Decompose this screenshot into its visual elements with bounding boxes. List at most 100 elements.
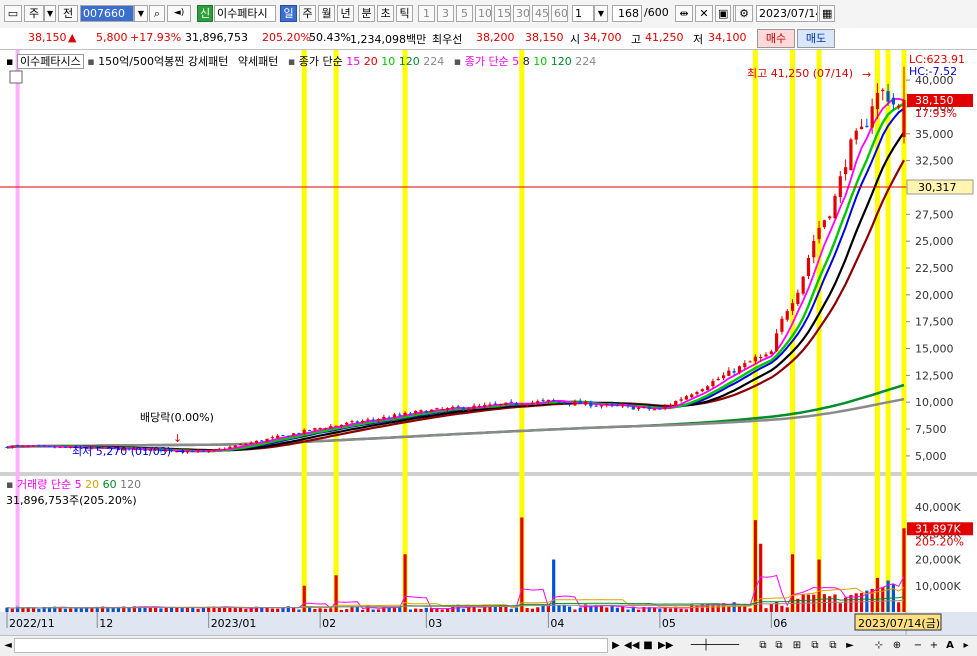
minute-1[interactable]: 1 bbox=[418, 5, 435, 22]
candle-body bbox=[775, 333, 779, 351]
candle-body bbox=[626, 405, 630, 407]
horizontal-scrollbar[interactable] bbox=[14, 638, 608, 653]
candle-body bbox=[737, 366, 742, 373]
minute-5[interactable]: 5 bbox=[456, 5, 473, 22]
period-minute[interactable]: 분 bbox=[358, 5, 375, 22]
candle-body bbox=[546, 399, 550, 402]
candle-body bbox=[313, 428, 317, 430]
price-axis-label: 17,500 bbox=[915, 316, 954, 329]
tool-icon[interactable]: ✕ bbox=[695, 5, 713, 22]
period-second[interactable]: 초 bbox=[377, 5, 394, 22]
count-input[interactable]: 168 bbox=[612, 5, 642, 22]
period-tick[interactable]: 틱 bbox=[396, 5, 413, 22]
stop-icon[interactable]: ■ bbox=[642, 638, 654, 653]
market-select[interactable]: 주 bbox=[24, 5, 44, 22]
candle-body bbox=[223, 448, 227, 450]
stock-code-input[interactable]: 007660 bbox=[80, 5, 134, 22]
candle-body bbox=[31, 445, 36, 447]
play-icon[interactable]: ▶ bbox=[610, 638, 622, 653]
vol-legend-square-icon: ▪ bbox=[6, 478, 14, 491]
candle-body bbox=[796, 292, 800, 304]
unit-dropdown-icon[interactable]: ▼ bbox=[594, 5, 608, 22]
zoom-in-icon[interactable]: ⊕ bbox=[890, 638, 904, 653]
chart-toolbar: ▭ 주 ▼ 전 007660 ▼ ⌕ ◄) 신 이수페타시 일 주 월 년 분 … bbox=[0, 0, 977, 29]
candle-body bbox=[769, 351, 773, 355]
candle-body bbox=[881, 89, 885, 92]
candle-body bbox=[366, 419, 370, 421]
calendar-icon[interactable]: ▦ bbox=[819, 5, 835, 22]
search-icon[interactable]: ⌕ bbox=[149, 5, 165, 22]
scroll-right-icon[interactable]: ► bbox=[844, 638, 856, 653]
period-week[interactable]: 주 bbox=[299, 5, 316, 22]
sell-button[interactable]: 매도 bbox=[797, 29, 835, 48]
volume-legend: ▪ 거래량 단순 5 20 60 120 31,896,753주(205.20%… bbox=[6, 476, 141, 508]
candle-body bbox=[806, 257, 811, 276]
prev-button[interactable]: 전 bbox=[58, 5, 78, 22]
vol-legend-20: 20 bbox=[85, 478, 100, 491]
candle-body bbox=[440, 409, 444, 411]
zoom-slider[interactable]: ──┼───── bbox=[680, 638, 750, 653]
candle-body bbox=[238, 444, 243, 446]
minute-45[interactable]: 45 bbox=[532, 5, 549, 22]
volume-bar bbox=[621, 606, 625, 612]
settings-icon[interactable]: ⚙ bbox=[735, 5, 753, 22]
candle-body bbox=[833, 195, 837, 219]
select-icon[interactable]: ⊹ bbox=[872, 638, 886, 653]
volume-bar bbox=[530, 608, 535, 612]
save-icon[interactable]: ▣ bbox=[715, 5, 731, 22]
stock-name-field[interactable]: 이수페타시 bbox=[214, 5, 276, 22]
volume-bar bbox=[785, 607, 789, 612]
minute-15[interactable]: 15 bbox=[494, 5, 511, 22]
minute-10[interactable]: 10 bbox=[475, 5, 492, 22]
price-axis-label: 7,500 bbox=[915, 423, 947, 436]
candle-body bbox=[721, 375, 726, 379]
window-icon[interactable]: ⧉ bbox=[756, 638, 770, 653]
minute-3[interactable]: 3 bbox=[437, 5, 454, 22]
price-axis-label: 15,000 bbox=[915, 343, 954, 356]
period-day[interactable]: 일 bbox=[280, 5, 297, 22]
rewind-icon[interactable]: ◀◀ bbox=[624, 638, 639, 653]
price-axis-label: 32,500 bbox=[915, 155, 954, 168]
minute-60[interactable]: 60 bbox=[551, 5, 568, 22]
period-year[interactable]: 년 bbox=[337, 5, 354, 22]
volume-bar bbox=[276, 608, 280, 612]
candle-body bbox=[828, 216, 832, 219]
sound-icon[interactable]: ◄) bbox=[167, 5, 191, 22]
window-icon-2[interactable]: ⧉ bbox=[772, 638, 786, 653]
zoom-out-icon[interactable]: − bbox=[912, 638, 924, 653]
chart-area[interactable]: 40,00037,50035,00032,50030,00027,50025,0… bbox=[0, 50, 977, 635]
minute-30[interactable]: 30 bbox=[513, 5, 530, 22]
grid-icon[interactable]: ⊞ bbox=[790, 638, 804, 653]
market-dropdown-icon[interactable]: ▼ bbox=[44, 5, 56, 22]
window-icon-4[interactable]: ⧉ bbox=[826, 638, 840, 653]
forward-icon[interactable]: ▶▶ bbox=[658, 638, 673, 653]
scroll-left-icon[interactable]: ◄ bbox=[2, 638, 14, 653]
candle-body bbox=[631, 406, 635, 410]
buy-button[interactable]: 매수 bbox=[757, 29, 795, 48]
volume-bar bbox=[371, 609, 375, 612]
window-icon-3[interactable]: ⧉ bbox=[808, 638, 822, 653]
legend-stock-name[interactable]: 이수페타시스 bbox=[16, 54, 84, 69]
plus-icon[interactable]: + bbox=[928, 638, 940, 653]
crosshair-tag: 30,317 bbox=[918, 181, 957, 194]
font-size-icon[interactable]: A bbox=[944, 638, 956, 653]
price-volume-chart[interactable]: 40,00037,50035,00032,50030,00027,50025,0… bbox=[0, 50, 977, 635]
price-axis-label: 12,500 bbox=[915, 369, 954, 382]
period-month[interactable]: 월 bbox=[318, 5, 335, 22]
volume-bar bbox=[562, 604, 566, 612]
layout-icon[interactable]: ▭ bbox=[4, 5, 22, 22]
price-axis-label: 27,500 bbox=[915, 208, 954, 221]
candle-body bbox=[583, 401, 588, 405]
unit-input[interactable]: 1 bbox=[572, 5, 594, 22]
candle-body bbox=[594, 405, 598, 407]
candle-body bbox=[265, 438, 269, 442]
code-dropdown-icon[interactable]: ▼ bbox=[134, 5, 148, 22]
candle-body bbox=[801, 276, 805, 294]
candle-body bbox=[902, 99, 906, 138]
volume-bar bbox=[652, 607, 657, 612]
expand-icon[interactable]: ▸ bbox=[960, 638, 972, 653]
candle-body bbox=[350, 421, 354, 423]
fit-icon[interactable]: ⇹ bbox=[675, 5, 693, 22]
candle-body bbox=[472, 405, 476, 409]
date-input[interactable]: 2023/07/14 bbox=[756, 5, 818, 22]
